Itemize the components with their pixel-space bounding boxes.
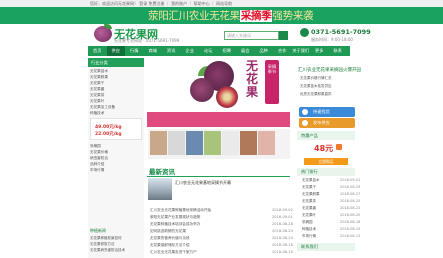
contact-header: 联系我们 [297,243,355,251]
news-item[interactable]: 汇川农业无花果走进千家万户 [150,249,290,256]
right-headline[interactable]: 汇川农业无花果采摘园火爆开园 [298,67,361,73]
rank-date: 2018-08-27 [340,192,361,196]
hero-calligraphy: 无花果 [246,59,259,99]
news-item[interactable]: 无花果种植技术培训会成功举办 [150,221,290,228]
left-news-header: 种植新闻 [90,228,106,233]
hero-stamp-text: 采摘季节 [267,64,277,74]
top-utility-text[interactable]: 您好，欢迎访问无花果网！ 登录 免费注册 ｜ 我的账户 ｜ 帮助中心 ｜ 网站导… [0,1,232,6]
category-header: 行业分类 [88,58,144,67]
nav-item-news[interactable]: 资讯 [162,46,181,56]
banner-text: 荥阳汇川农业无花果采摘季强势来袭 [148,8,314,23]
rank-date: 2018-08-20 [340,213,361,217]
news-date: 2018-09-02 [272,208,293,212]
banner-suffix: 强势来袭 [272,10,314,22]
right-link[interactable]: 无花果苗木批发供应 [300,83,354,90]
thumbnail-image[interactable] [150,131,167,155]
rank-date: 2018-08-29 [340,185,361,189]
thumbnail-image[interactable] [240,131,257,155]
nav-items: 首页 供应 行情 商城 资讯 企业 论坛 招聘 展会 品种 合作 关于我们 更多… [88,46,347,56]
thumbnail-image[interactable] [168,131,185,155]
news-title: 最新资讯 [149,168,175,176]
nav-item-home[interactable]: 首页 [88,46,107,56]
thumbnail-image[interactable] [258,131,275,155]
rank-header: 热门排行 [297,168,355,176]
nav-item-supply[interactable]: 供应 [106,46,125,56]
news-date: 2018-09-01 [272,215,293,219]
nav-item-contact[interactable]: 联系 [329,46,348,56]
rank-date: 2018-08-18 [340,220,361,224]
news-date: 2018-08-28 [272,222,293,226]
nav-item-about[interactable]: 关于我们 [292,46,311,56]
thumbnail-image[interactable] [222,131,239,155]
top-utility-bar: 您好，欢迎访问无花果网！ 登录 免费注册 ｜ 我的账户 ｜ 帮助中心 ｜ 网站导… [0,0,443,7]
right-link[interactable]: 优质无花果鲜果直供 [300,91,354,98]
rank-date: 2018-08-25 [340,199,361,203]
header [0,24,443,46]
news-item[interactable]: 荥阳无花果产业发展现状与趋势 [150,214,290,221]
news-item[interactable]: 无花果的营养价值与功效 [150,235,290,242]
banner-prefix: 荥阳汇川农业无花果 [148,10,240,22]
news-item[interactable]: 如何挑选新鲜的无花果 [150,228,290,235]
nav-item-varieties[interactable]: 品种 [255,46,274,56]
service-hours: 服务时间：9:00-18:00 [311,37,353,42]
price-line: 22.00元/kg [95,132,122,137]
news-date: 2018-08-20 [272,236,293,240]
nav-item-jobs[interactable]: 招聘 [218,46,237,56]
fig-fruit-image [190,78,214,102]
rank-date: 2018-08-22 [340,206,361,210]
phone-number: 0371-5691-7099 [311,28,371,36]
nav-item-forum[interactable]: 论坛 [199,46,218,56]
price-line: 49.00元/kg [95,125,122,130]
search-button[interactable] [279,31,288,40]
nav-item-more[interactable]: 更多 [310,46,329,56]
category-item[interactable]: 种植技术 [90,110,142,116]
search-input[interactable]: 请输入关键词 [224,31,279,40]
right-link[interactable]: 无花果价格行情汇总 [300,75,354,82]
news-featured-title[interactable]: 汇川农业无花果基地采摘节开幕 [175,180,231,186]
tag-icon [336,144,342,150]
category-item[interactable]: 市场行情 [90,167,142,173]
news-item[interactable]: 无花果保鲜储存方法介绍 [150,242,290,249]
rank-date: 2018-09-01 [340,178,361,182]
news-date: 2018-08-24 [272,229,293,233]
nav-item-market[interactable]: 行情 [125,46,144,56]
left-news-item[interactable]: 无花果病虫害防治技术 [90,247,144,253]
rank-date: 2018-08-15 [340,227,361,231]
rank-date: 2018-08-12 [340,234,361,238]
search-icon [302,109,308,115]
upload-icon [302,120,308,126]
news-date: 2018-08-18 [272,243,293,247]
nav-item-expo[interactable]: 展会 [236,46,255,56]
promo-price: 48元 [314,144,334,153]
thumbnail-image[interactable] [186,131,203,155]
nav-item-cooperate[interactable]: 合作 [273,46,292,56]
thumbnail-image[interactable] [204,131,221,155]
fig-half-image [216,86,238,108]
banner-highlight: 采摘季 [239,10,273,22]
buy-now-button[interactable]: 立即购买 [304,158,348,165]
hero-band [147,112,290,127]
phone-icon [300,28,309,37]
nav-item-mall[interactable]: 商城 [144,46,163,56]
logo-subtitle: 无花果专业网站 · 0371-5691-7099 [114,38,180,43]
nav-item-company[interactable]: 企业 [181,46,200,56]
news-date: 2018-08-15 [272,250,293,254]
news-item[interactable]: 汇川农业无花果种植基地采摘活动开始 [150,207,290,214]
promo-banner[interactable]: 荥阳汇川农业无花果采摘季强势来袭 [0,7,443,24]
news-featured-image[interactable] [148,178,172,200]
promo-header: 特惠产品 [297,131,355,140]
